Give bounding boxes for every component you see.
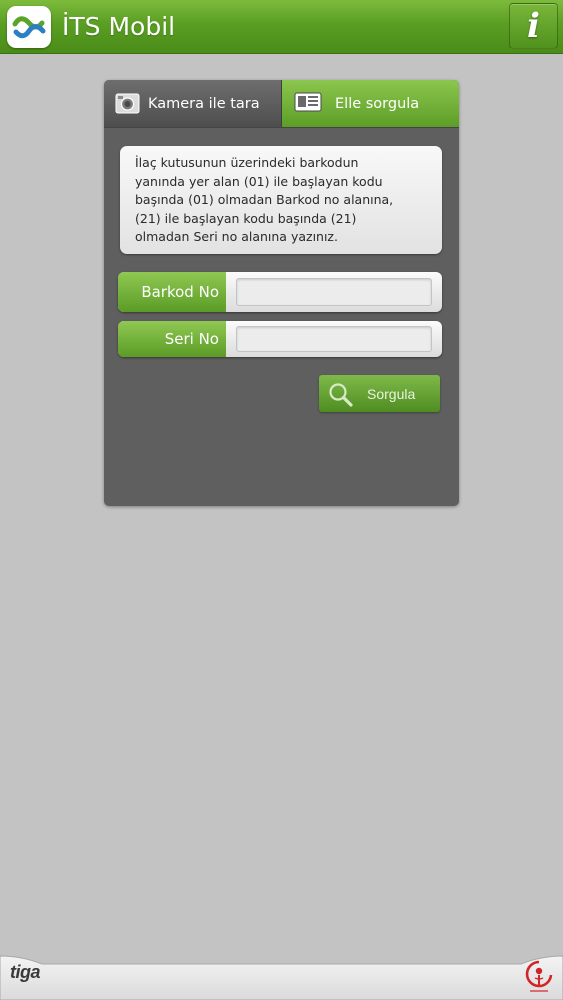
tab-divider xyxy=(104,127,459,128)
search-button[interactable]: Sorgula xyxy=(319,375,440,412)
info-button[interactable]: i xyxy=(509,3,558,49)
barkod-label: Barkod No xyxy=(118,272,226,312)
instruction-line: İlaç kutusunun üzerindeki barkodun xyxy=(135,155,359,170)
seri-field-row: Seri No xyxy=(118,321,442,357)
search-button-label: Sorgula xyxy=(367,386,416,402)
query-panel: Kamera ile tara Elle sorgula İlaç kutusu… xyxy=(104,80,459,506)
document-icon xyxy=(294,92,322,116)
tab-manual-label: Elle sorgula xyxy=(335,96,420,112)
ministry-emblem-icon xyxy=(522,958,556,998)
search-icon xyxy=(329,383,353,407)
tab-manual-query[interactable]: Elle sorgula xyxy=(282,80,459,127)
app-title: İTS Mobil xyxy=(62,12,176,41)
barkod-input[interactable] xyxy=(236,278,432,306)
tiga-logo: tiga xyxy=(10,962,41,982)
tab-camera-scan[interactable]: Kamera ile tara xyxy=(104,80,282,127)
its-logo-icon xyxy=(7,6,51,48)
footer-bar: tiga xyxy=(0,950,563,1000)
info-icon: i xyxy=(527,6,540,46)
tab-camera-label: Kamera ile tara xyxy=(148,96,260,112)
seri-label: Seri No xyxy=(118,321,226,357)
instruction-line: yanında yer alan (01) ile başlayan kodu xyxy=(135,173,383,189)
instruction-line: olmadan Seri no alanına yazınız. xyxy=(135,229,338,244)
instruction-line: başında (01) olmadan Barkod no alanına, xyxy=(135,192,394,207)
camera-icon xyxy=(115,92,140,118)
app-bar: İTS Mobil i xyxy=(0,0,563,54)
instructions-box: İlaç kutusunun üzerindeki barkodun yanın… xyxy=(120,146,442,254)
seri-input[interactable] xyxy=(236,326,432,352)
instruction-line: (21) ile başlayan kodu başında (21) xyxy=(135,210,357,226)
barkod-field-row: Barkod No xyxy=(118,272,442,312)
